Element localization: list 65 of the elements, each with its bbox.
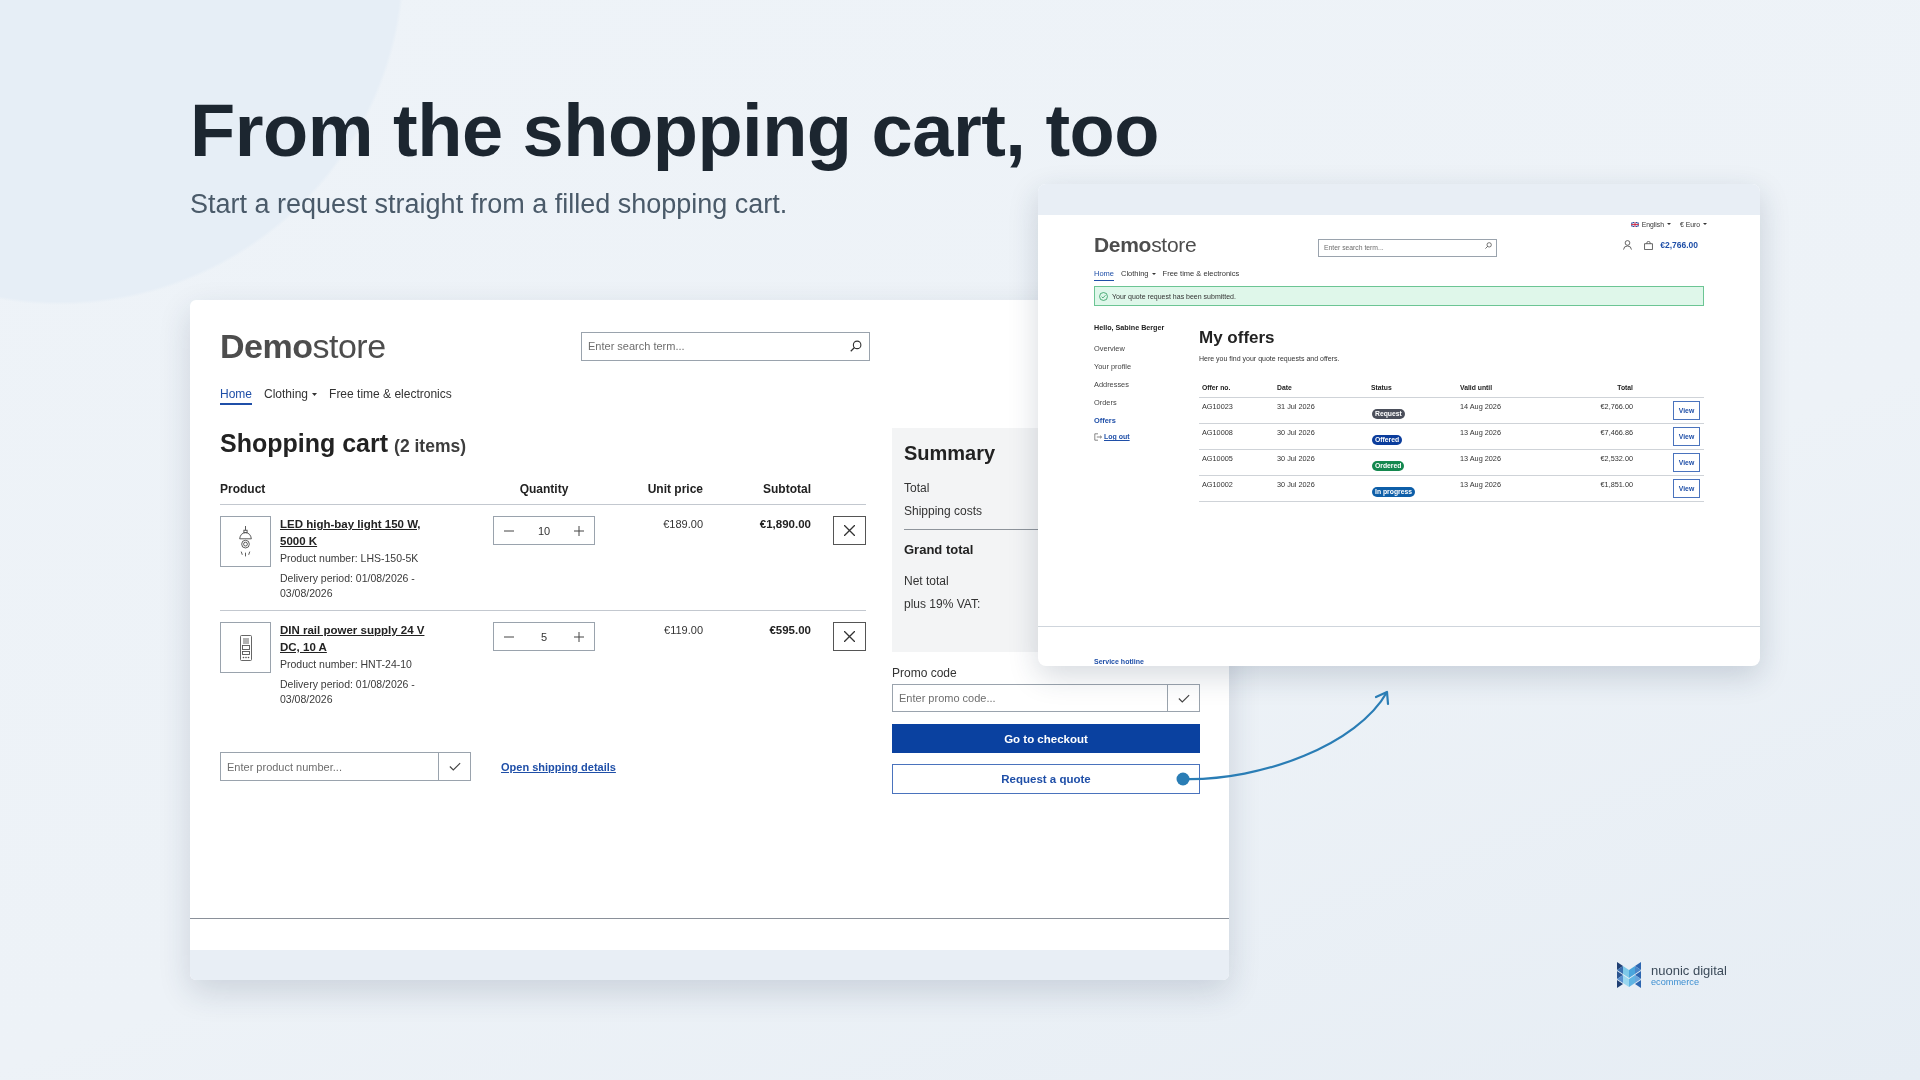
summary-label: Net total — [904, 573, 949, 590]
shopping-bag-icon — [1644, 240, 1654, 250]
column-header: Subtotal — [763, 482, 811, 496]
quantity-stepper[interactable]: 5 — [493, 622, 595, 651]
page-title: My offers — [1199, 328, 1275, 348]
headline: From the shopping cart, too — [190, 88, 1160, 174]
product-number: Product number: LHS-150-5K — [280, 551, 419, 566]
brand-name: nuonic digital — [1651, 963, 1727, 977]
delivery-period: Delivery period: 01/08/2026 - 03/08/2026 — [280, 571, 416, 601]
check-circle-icon — [1099, 291, 1108, 301]
column-header: Product — [220, 482, 266, 496]
page-title: Shopping cart — [220, 428, 389, 458]
search-icon[interactable] — [850, 340, 862, 352]
power-supply-icon — [239, 634, 252, 661]
plus-icon — [574, 525, 584, 536]
checkout-button[interactable]: Go to checkout — [892, 724, 1200, 753]
column-header: Quantity — [519, 482, 569, 496]
unit-price: €119.00 — [664, 623, 703, 638]
caret-icon — [1703, 223, 1707, 225]
summary-title: Summary — [904, 441, 996, 465]
request-quote-button[interactable]: Request a quote — [892, 764, 1200, 794]
check-icon — [448, 762, 461, 771]
subheadline: Start a request straight from a filled shopping cart. — [190, 188, 788, 221]
product-number-field[interactable]: Enter product number... — [220, 752, 438, 781]
logout-icon — [1094, 433, 1102, 441]
subtotal: €1,890.00 — [759, 517, 811, 532]
caret-icon — [1666, 223, 1671, 225]
remove-button[interactable] — [833, 622, 866, 651]
item-count: (2 items) — [394, 435, 467, 458]
user-icon[interactable] — [1623, 240, 1633, 250]
store-logo: Demostore — [220, 330, 386, 362]
search-field[interactable]: Enter search term... — [581, 331, 870, 361]
apply-button[interactable] — [438, 752, 471, 781]
nav-link[interactable]: Clothing — [264, 386, 318, 405]
brand-tagline: ecommerce — [1651, 976, 1699, 987]
nav-link[interactable]: Free time & electronics — [329, 386, 452, 405]
delivery-period: Delivery period: 01/08/2026 - 03/08/2026 — [280, 677, 416, 707]
apply-button[interactable] — [1167, 684, 1200, 712]
summary-label: plus 19% VAT: — [904, 596, 981, 613]
close-icon — [844, 631, 855, 642]
close-icon — [844, 525, 855, 536]
product-link[interactable]: DIN rail power supply 24 V DC, 10 A — [280, 622, 440, 656]
store-logo: Demostore — [1094, 235, 1197, 255]
quantity-stepper[interactable]: 10 — [493, 516, 595, 545]
unit-price: €189.00 — [663, 517, 703, 532]
column-header: Unit price — [647, 482, 703, 496]
flag-icon — [1630, 221, 1639, 227]
shipping-details-link[interactable]: Open shipping details — [501, 759, 616, 774]
remove-button[interactable] — [833, 516, 866, 545]
ceiling-lamp-icon — [238, 525, 253, 558]
cart-button[interactable]: €2,766.00 — [1644, 240, 1698, 250]
summary-label: Total — [904, 480, 930, 497]
product-number: Product number: HNT-24-10 — [280, 657, 412, 672]
plus-icon — [574, 631, 584, 642]
field-label: Promo code — [892, 665, 957, 681]
check-icon — [1177, 693, 1190, 703]
summary-heading: Grand total — [904, 541, 974, 559]
nav-link[interactable]: Home — [220, 386, 252, 405]
promo-code-field[interactable]: Enter promo code... — [892, 684, 1167, 712]
subtotal: €595.00 — [769, 623, 811, 638]
product-link[interactable]: LED high-bay light 150 W, 5000 K — [280, 516, 440, 550]
quantity-value: 10 — [537, 523, 551, 538]
summary-label: Shipping costs — [904, 503, 983, 520]
quantity-value: 5 — [540, 629, 548, 644]
logo-icon — [1617, 962, 1641, 988]
